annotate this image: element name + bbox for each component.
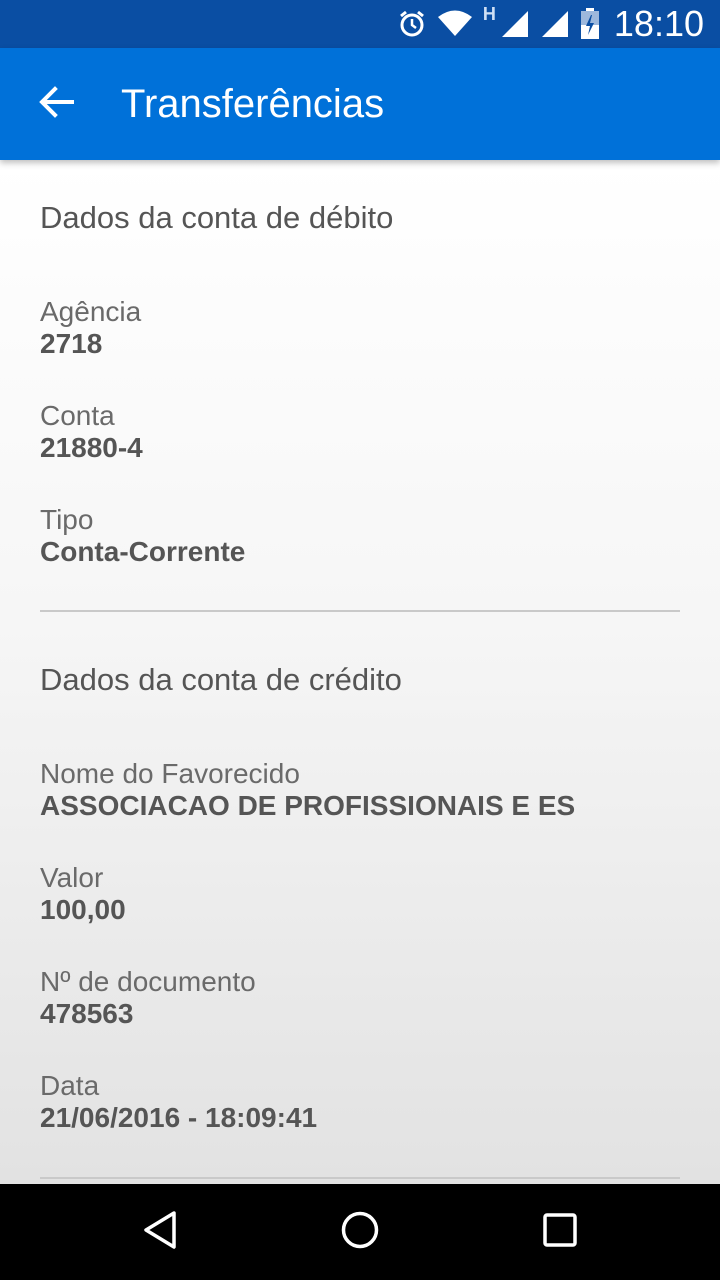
status-time: 18:10 bbox=[613, 3, 704, 44]
home-circle-icon bbox=[340, 1210, 380, 1255]
type-value: Conta-Corrente bbox=[40, 536, 246, 567]
page-title: Transferências bbox=[121, 82, 385, 126]
section-divider bbox=[40, 610, 680, 612]
amount-value: 100,00 bbox=[40, 894, 126, 925]
app-bar: Transferências bbox=[0, 48, 720, 160]
network-type: H bbox=[482, 3, 496, 24]
account-label: Conta bbox=[40, 400, 115, 431]
document-number-label: Nº de documento bbox=[40, 966, 256, 997]
credit-section-title: Dados da conta de crédito bbox=[40, 662, 402, 697]
nav-recents-button[interactable] bbox=[500, 1184, 620, 1280]
debit-section-title: Dados da conta de débito bbox=[40, 200, 394, 235]
alarm-icon bbox=[397, 9, 427, 39]
screen: H 18:10 Transferências Dados da conta de… bbox=[0, 0, 720, 1280]
agency-value: 2718 bbox=[40, 328, 103, 359]
arrow-left-icon bbox=[38, 85, 74, 123]
signal-icon bbox=[500, 9, 530, 39]
section-divider bbox=[40, 1177, 680, 1179]
document-number-value: 478563 bbox=[40, 998, 134, 1029]
nav-back-button[interactable] bbox=[100, 1184, 220, 1280]
payee-name-label: Nome do Favorecido bbox=[40, 758, 300, 789]
transfer-details: Dados da conta de débito Agência 2718 Co… bbox=[0, 160, 720, 1184]
type-label: Tipo bbox=[40, 504, 94, 535]
status-icons: H 18:10 bbox=[397, 0, 704, 48]
amount-label: Valor bbox=[40, 862, 104, 893]
back-button[interactable] bbox=[26, 76, 86, 132]
account-value: 21880-4 bbox=[40, 432, 143, 463]
date-value: 21/06/2016 - 18:09:41 bbox=[40, 1102, 318, 1133]
system-nav-bar bbox=[0, 1184, 720, 1280]
date-label: Data bbox=[40, 1070, 100, 1101]
back-triangle-icon bbox=[142, 1210, 178, 1255]
payee-name-value: ASSOCIACAO DE PROFISSIONAIS E ES bbox=[40, 790, 576, 821]
battery-icon bbox=[580, 8, 600, 40]
nav-home-button[interactable] bbox=[300, 1184, 420, 1280]
recents-square-icon bbox=[542, 1212, 578, 1253]
wifi-icon bbox=[437, 10, 473, 38]
signal-icon bbox=[540, 9, 570, 39]
agency-label: Agência bbox=[40, 296, 142, 327]
status-bar: H 18:10 bbox=[0, 0, 720, 48]
